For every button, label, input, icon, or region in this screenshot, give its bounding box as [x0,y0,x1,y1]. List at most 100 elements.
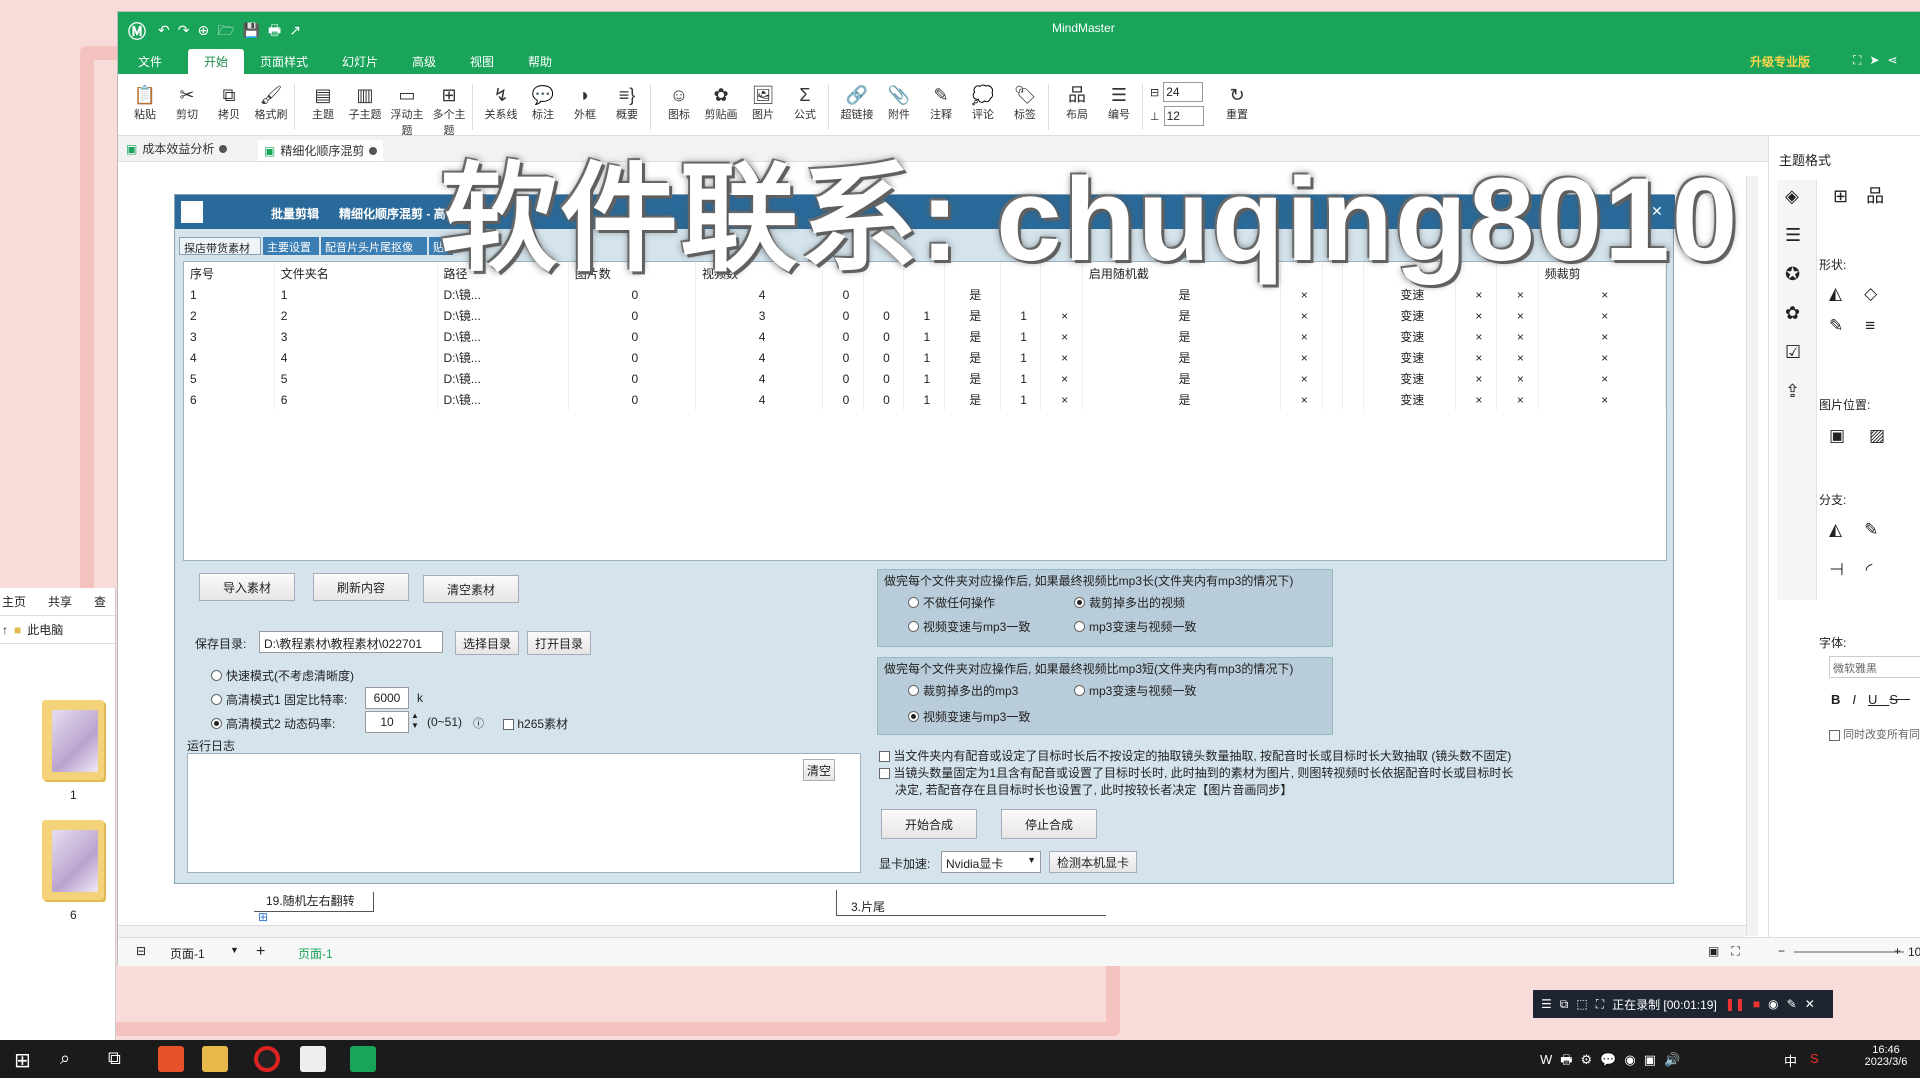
pause-icon[interactable]: ❚❚ [1725,997,1745,1011]
ribbon-formula-button[interactable]: Σ 公式 [784,84,826,122]
menu-slides[interactable]: 幻灯片 [342,53,378,70]
ribbon-subtopic-button[interactable]: ▥ 子主题 [344,84,386,122]
table-row[interactable]: 4 4 D:\镜... 0 4 0 0 1 是 1 × 是 × 变速 × × × [184,347,1667,368]
table-row[interactable]: 5 5 D:\镜... 0 4 0 0 1 是 1 × 是 × 变速 × × × [184,368,1667,389]
app-icon-orange[interactable] [158,1046,184,1072]
tab-main-settings[interactable]: 主要设置 [263,237,319,255]
ribbon-summary-button[interactable]: ≡} 概要 [606,84,648,122]
window-app-icon[interactable] [300,1046,326,1072]
window-icon[interactable]: ⧉ [1560,997,1569,1012]
export-panel-icon[interactable]: ⇪ [1785,381,1808,402]
recorder-app-icon[interactable] [254,1046,280,1072]
menu-home[interactable]: 开始 [188,49,245,74]
vertical-scrollbar[interactable] [1746,176,1758,936]
breadcrumb[interactable]: 此电脑 [27,621,63,638]
mindmap-node[interactable]: 19.随机左右翻转 [254,892,374,912]
start-compose-button[interactable]: 开始合成 [881,809,977,839]
hd1-bitrate-input[interactable]: 6000 [365,687,409,709]
folder-thumbnail-1[interactable] [42,700,104,780]
ribbon-image-button[interactable]: 🖼 图片 [742,84,784,122]
help-icon[interactable]: ⓘ [473,715,484,731]
doc-tab-cost-benefit[interactable]: ▣ 成本效益分析 [126,140,228,157]
gpu-select[interactable]: Nvidia显卡 ▼ [941,851,1041,873]
table-row[interactable]: 3 3 D:\镜... 0 4 0 0 1 是 1 × 是 × 变速 × × × [184,326,1667,347]
back-arrow-icon[interactable]: ↑ [2,623,8,637]
stop-icon[interactable]: ■ [1753,997,1760,1011]
detect-gpu-button[interactable]: 检测本机显卡 [1049,851,1137,873]
start-windows-icon[interactable]: ⊞ [14,1048,31,1073]
clock[interactable]: 16:46 2023/3/6 [1858,1044,1914,1068]
g2-crop-mp3-radio[interactable]: 裁剪掉多出的mp3 [908,682,1018,699]
table-row[interactable]: 1 1 D:\镜... 0 4 0 是是 × 变速 × × × [184,284,1667,305]
camera-icon[interactable]: ◉ [1768,997,1778,1011]
run-log-textarea[interactable] [187,753,861,873]
ribbon-tag-button[interactable]: 🏷 标签 [1004,84,1046,122]
region-icon[interactable]: ⬚ [1576,997,1587,1011]
page-list-icon[interactable]: ⊟ [136,944,146,958]
clear-log-button[interactable]: 清空 [803,759,835,781]
branch-color-icons[interactable]: ◭✎ [1829,520,1900,540]
search-icon[interactable]: ⌕ [60,1048,70,1069]
mindmaster-taskbar-icon[interactable] [350,1046,376,1072]
fullscreen-icon[interactable]: ⛶ [1596,997,1604,1012]
chevron-down-icon[interactable]: ▼ [230,945,239,955]
g2-mp3-speed-radio[interactable]: mp3变速与视频一致 [1074,682,1196,699]
expand-plus-icon[interactable]: ⊞ [258,910,268,924]
g1-mp3-speed-radio[interactable]: mp3变速与视频一致 [1074,618,1196,635]
image-position-icons[interactable]: ▣▨ [1829,426,1909,446]
font-style-buttons[interactable]: BIUS [1831,692,1910,707]
hd2-crf-input[interactable]: 10 [365,711,409,733]
explorer-tab-view[interactable]: 查 [94,593,106,610]
ribbon-topic-button[interactable]: ▤ 主题 [302,84,344,122]
explorer-tab-home[interactable]: 主页 [2,593,26,610]
explorer-tab-share[interactable]: 共享 [48,593,72,610]
ribbon-callout-button[interactable]: 💬 标注 [522,84,564,122]
ribbon-cut-button[interactable]: ✂ 剪切 [166,84,208,122]
ribbon-note-button[interactable]: ✎ 注释 [920,84,962,122]
g1-crop-video-radio[interactable]: 裁剪掉多出的视频 [1074,594,1185,611]
view-mode-icons[interactable]: ▣⛶ [1708,944,1752,959]
image-sync-checkbox[interactable]: 当镜头数量固定为1且含有配音或设置了目标时长时, 此时抽到的素材为图片, 则图转… [879,765,1513,799]
zoom-slider[interactable] [1794,951,1904,953]
ribbon-numbering-button[interactable]: ☰ 编号 [1098,84,1140,122]
import-material-button[interactable]: 导入素材 [199,573,295,601]
tab-store-material[interactable]: 探店带货素材 [179,237,261,255]
folder-label[interactable]: 1 [70,788,77,802]
task-view-icon[interactable]: ⧉ [108,1048,121,1069]
menu-view[interactable]: 视图 [470,53,494,70]
menu-help[interactable]: 帮助 [528,53,552,70]
ribbon-hyperlink-button[interactable]: 🔗 超链接 [836,84,878,122]
choose-dir-button[interactable]: 选择目录 [455,631,519,655]
column-header[interactable]: 文件夹名 [274,262,438,284]
mindmap-node[interactable]: 3.片尾 [836,890,1106,916]
mode-hd1-radio[interactable]: 高清模式1 固定比特率: [211,691,347,708]
upgrade-pro-link[interactable]: 升级专业版 [1750,53,1810,70]
menu-page-style[interactable]: 页面样式 [260,53,308,70]
border-style-icons[interactable]: ✎≡ [1829,316,1897,336]
dub-duration-checkbox[interactable]: 当文件夹内有配音或设定了目标时长后不按设定的抽取镜头数量抽取, 按配音时长或目标… [879,747,1511,764]
ribbon-relationship-button[interactable]: ↯ 关系线 [480,84,522,122]
font-family-select[interactable]: 微软雅黑 [1829,656,1920,678]
folder-thumbnail-6[interactable] [42,820,104,900]
ribbon-attachment-button[interactable]: 📎 附件 [878,84,920,122]
topic-format-icon[interactable]: ◈ [1785,186,1808,207]
ribbon-floating-topic-button[interactable]: ▭ 浮动主题 [386,84,428,138]
zoom-in-icon[interactable]: + [1894,944,1901,958]
horizontal-scrollbar[interactable] [118,925,1746,937]
vertical-spacing-input[interactable]: 12 [1163,106,1204,126]
ribbon-boundary-button[interactable]: ◗ 外框 [564,84,606,122]
system-tray-icons[interactable]: W🖶⚙💬◉▣🔊 [1540,1051,1688,1073]
column-header[interactable]: 序号 [184,262,275,284]
mode-fast-radio[interactable]: 快速模式(不考虑清晰度) [211,667,354,684]
page-tab[interactable]: 页面-1 [298,945,333,962]
sogou-ime-icon[interactable]: S [1810,1051,1819,1066]
clipart-panel-icon[interactable]: ✿ [1785,303,1808,324]
zoom-out-icon[interactable]: − [1778,944,1785,958]
ribbon-multi-topic-button[interactable]: ⊞ 多个主题 [428,84,470,138]
close-icon[interactable]: ✕ [1805,997,1815,1011]
horizontal-spacing-input[interactable]: 24 [1163,82,1204,102]
pen-icon[interactable]: ✎ [1787,997,1797,1011]
add-page-icon[interactable]: + [256,943,265,961]
clear-material-button[interactable]: 清空素材 [423,575,519,603]
ribbon-clipart-button[interactable]: ✿ 剪贴画 [700,84,742,122]
